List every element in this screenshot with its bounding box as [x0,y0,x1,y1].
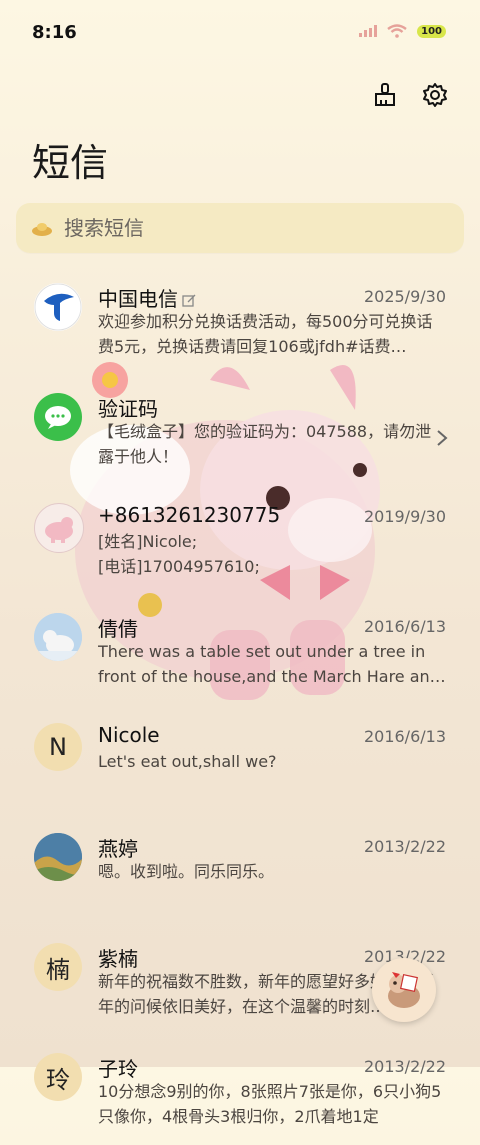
top-actions [368,78,452,112]
conversation-row[interactable]: 玲 子玲 2013/2/22 10分想念9别的你，8张照片7张是你，6只小狗5只… [0,1035,480,1145]
gear-icon [423,83,447,107]
preview-line: [电话]17004957610; [98,557,260,576]
polar-bear-photo [34,613,82,661]
conversation-row[interactable]: 验证码 【毛绒盒子】您的验证码为：047588，请勿泄露于他人！ [0,375,480,485]
settings-button[interactable] [418,78,452,112]
chevron-right-icon[interactable] [436,429,448,447]
sms-bubble-icon [34,393,82,441]
message-preview: 嗯。收到啦。同乐同乐。 [98,862,275,881]
message-preview: 【毛绒盒子】您的验证码为：047588，请勿泄露于他人！ [98,422,432,466]
contact-name: 验证码 [98,397,158,421]
conversation-row[interactable]: 倩倩 2016/6/13 There was a table set out u… [0,595,480,705]
pony-avatar [34,503,84,553]
broom-icon [375,83,395,106]
contact-name: Nicole [98,723,160,747]
contact-name: +8613261230775 [98,503,281,527]
letter-avatar: N [34,723,82,771]
message-preview: [姓名]Nicole; [电话]17004957610; [98,529,446,579]
letter-avatar: 玲 [34,1053,82,1101]
message-preview: There was a table set out under a tree i… [98,642,446,686]
china-telecom-logo [34,283,82,331]
landscape-photo [34,833,82,881]
letter-avatar: 楠 [34,943,82,991]
message-date: 2016/6/13 [363,617,446,636]
compose-button[interactable] [372,958,436,1022]
status-time: 8:16 [32,22,77,43]
message-date: 2019/9/30 [363,507,446,526]
contact-name: 紫楠 [98,947,138,971]
message-preview: 欢迎参加积分兑换话费活动，每500分可兑换话费5元，兑换话费请回复106或jfd… [98,312,433,356]
search-ingot-icon [30,216,54,240]
message-date: 2025/9/30 [363,287,446,306]
search-input[interactable] [62,215,426,241]
status-icons: 100 [359,24,446,38]
message-preview: 10分想念9别的你，8张照片7张是你，6只小狗5只像你，4根骨头3根归你，2爪着… [98,1082,442,1126]
conversation-row[interactable]: 中国电信 2025/9/30 欢迎参加积分兑换话费活动，每500分可兑换话费5元… [0,265,480,375]
edit-note-icon [182,294,196,307]
contact-name: 中国电信 [98,283,196,312]
contact-name: 倩倩 [98,617,138,641]
clean-button[interactable] [368,78,402,112]
conversation-row[interactable]: N Nicole 2016/6/13 Let's eat out,shall w… [0,705,480,815]
contact-name: 燕婷 [98,837,138,861]
message-date: 2016/6/13 [363,727,446,746]
pony-sticker-icon [388,972,420,1008]
search-bar[interactable] [16,203,464,253]
message-date: 2013/2/22 [363,837,446,856]
conversation-row[interactable]: 燕婷 2013/2/22 嗯。收到啦。同乐同乐。 [0,815,480,925]
contact-name: 子玲 [98,1057,138,1081]
status-bar: 8:16 100 [0,0,480,66]
page-title: 短信 [32,141,109,185]
wifi-icon [387,24,407,38]
preview-line: [姓名]Nicole; [98,532,198,551]
battery-indicator: 100 [417,24,446,38]
conversation-row[interactable]: +8613261230775 2019/9/30 [姓名]Nicole; [电话… [0,485,480,595]
signal-icon [359,25,378,37]
message-preview: Let's eat out,shall we? [98,752,277,771]
